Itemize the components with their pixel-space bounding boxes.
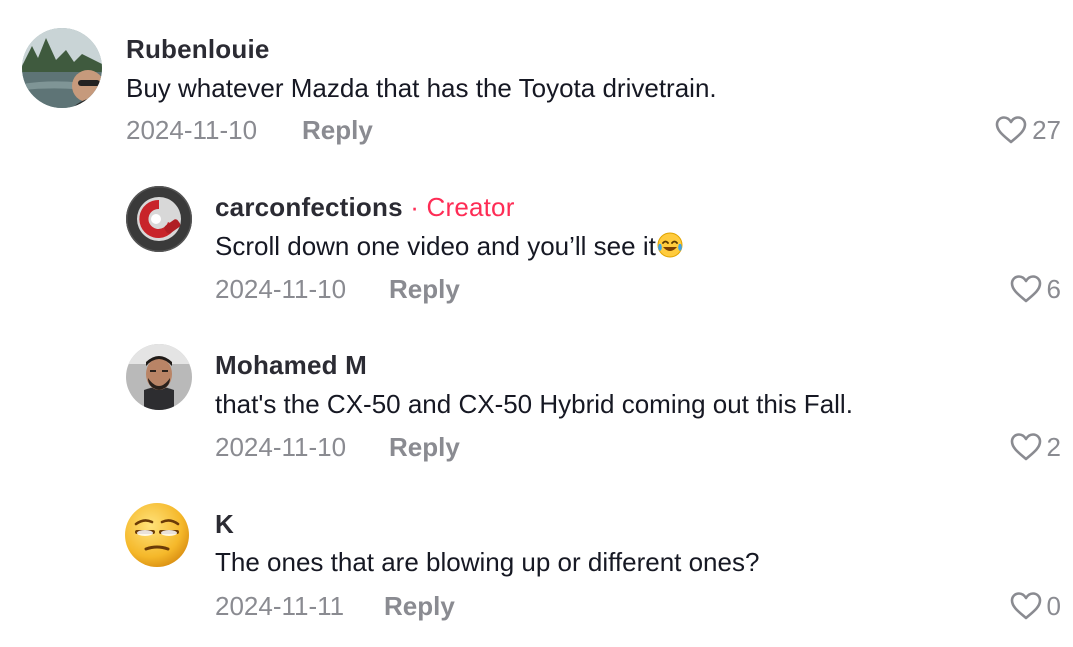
heart-outline-icon <box>995 116 1027 144</box>
username-text: carconfections <box>215 192 403 222</box>
reply-button[interactable]: Reply <box>389 432 460 462</box>
reply-item: Mohamed M that's the CX-50 and CX-50 Hyb… <box>0 330 1073 480</box>
like-count: 27 <box>1032 115 1061 145</box>
reply-button[interactable]: Reply <box>302 115 373 145</box>
laughing-crying-emoji-icon <box>656 231 684 265</box>
like-count: 2 <box>1046 432 1061 462</box>
reply-item: K The ones that are blowing up or differ… <box>0 490 1073 640</box>
comment-username[interactable]: carconfections · Creator <box>215 192 515 222</box>
like-count: 6 <box>1046 274 1061 304</box>
comment-date: 2024-11-10 <box>215 432 347 462</box>
like-button[interactable]: 2 <box>1009 432 1061 462</box>
comment-username[interactable]: Mohamed M <box>215 350 367 380</box>
heart-outline-icon <box>1010 592 1041 620</box>
separator-dot: · <box>410 192 420 222</box>
comment-text: that's the CX-50 and CX-50 Hybrid coming… <box>215 389 853 419</box>
avatar[interactable] <box>124 502 190 568</box>
comment-date: 2024-11-10 <box>126 115 258 145</box>
avatar-photo <box>22 28 102 108</box>
comment-text: Scroll down one video and you’ll see it <box>215 231 684 265</box>
avatar[interactable] <box>126 186 192 252</box>
heart-outline-icon <box>1010 275 1041 303</box>
like-button[interactable]: 0 <box>1009 591 1061 621</box>
like-button[interactable]: 27 <box>994 115 1061 145</box>
like-count: 0 <box>1046 591 1061 621</box>
comment-username[interactable]: K <box>215 509 234 539</box>
avatar-photo <box>126 344 192 410</box>
reply-item: carconfections · Creator Scroll down one… <box>0 170 1073 320</box>
reply-button[interactable]: Reply <box>389 274 460 304</box>
avatar-logo <box>126 186 192 252</box>
comment-text: The ones that are blowing up or differen… <box>215 547 760 577</box>
comment-date: 2024-11-11 <box>215 591 345 621</box>
avatar[interactable] <box>126 344 192 410</box>
comment-text-content: Scroll down one video and you’ll see it <box>215 231 656 261</box>
comment-item: Rubenlouie Buy whatever Mazda that has t… <box>0 0 1073 160</box>
comment-text: Buy whatever Mazda that has the Toyota d… <box>126 73 717 103</box>
creator-badge: Creator <box>426 192 515 222</box>
unamused-face-emoji-icon <box>125 503 189 567</box>
comment-date: 2024-11-10 <box>215 274 347 304</box>
like-button[interactable]: 6 <box>1009 274 1061 304</box>
avatar[interactable] <box>22 28 102 108</box>
reply-button[interactable]: Reply <box>384 591 455 621</box>
heart-outline-icon <box>1010 433 1041 461</box>
comment-username[interactable]: Rubenlouie <box>126 34 270 64</box>
